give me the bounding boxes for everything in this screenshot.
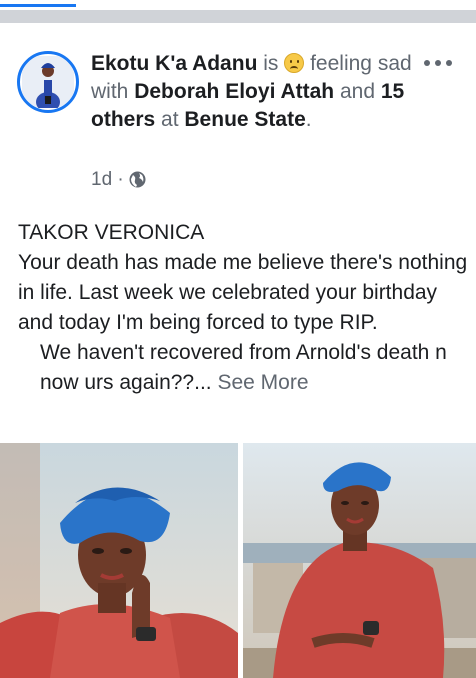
at-text: at [161,108,179,131]
see-more-link[interactable]: See More [217,371,308,394]
author-name[interactable]: Ekotu K'a Adanu [91,52,257,75]
feeling-value: sad [377,52,412,75]
is-text: is [263,52,279,75]
and-text: and [339,80,376,103]
avatar-image [22,56,74,108]
post-photo-2[interactable] [243,443,476,678]
period: . [305,108,312,131]
meta-separator: · [117,169,124,190]
active-tab-indicator [0,4,76,7]
author-avatar[interactable] [17,51,79,113]
post-body: TAKOR VERONICA Your death has made me be… [18,218,468,398]
photo-image-2 [243,443,476,678]
feed-divider [0,10,476,23]
post-paragraph-1: Your death has made me believe there's n… [18,251,468,334]
post-time[interactable]: 1d [91,169,112,190]
location-link[interactable]: Benue State [184,108,305,131]
more-dot [446,60,452,66]
post-paragraph-2: We haven't recovered from Arnold's death… [18,338,468,398]
sad-face-emoji-icon [284,53,305,73]
post-meta: 1d · [91,168,146,192]
tagged-person-link[interactable]: Deborah Eloyi Attah [134,80,334,103]
post-title-line: TAKOR VERONICA [18,221,205,244]
globe-icon [129,171,146,188]
post-header: Ekotu K'a Adanu is feeling sad with Debo… [91,50,436,134]
with-text: with [91,80,129,103]
more-dot [424,60,430,66]
post-photo-1[interactable] [0,443,238,678]
more-dot [435,60,441,66]
feeling-text: feeling [310,52,372,75]
more-options-icon[interactable] [424,58,454,68]
photo-image-1 [0,443,238,678]
